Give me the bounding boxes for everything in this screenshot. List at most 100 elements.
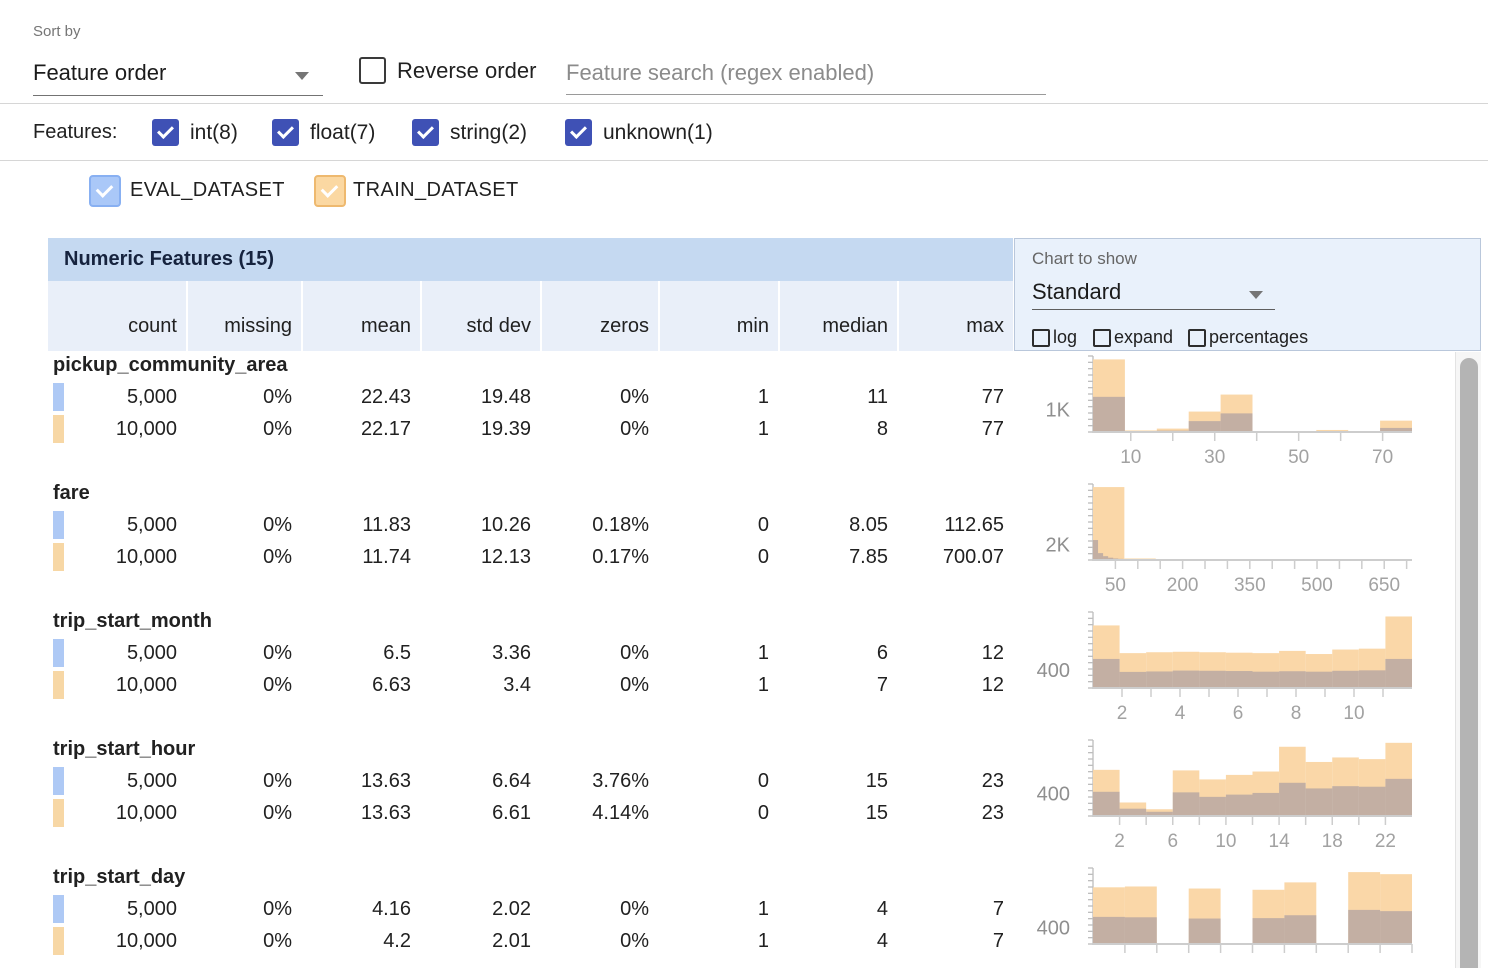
reverse-order-checkbox[interactable] xyxy=(359,57,386,84)
sort-by-value: Feature order xyxy=(33,60,166,86)
stat-value-missing: 0% xyxy=(186,669,301,701)
histogram-bar xyxy=(1189,919,1221,944)
histogram-bar xyxy=(1093,792,1120,816)
histogram-bar xyxy=(1146,671,1173,688)
column-header-zeros: zeros xyxy=(540,281,658,351)
stat-value-count: 10,000 xyxy=(48,925,186,957)
stats-row-eval_dataset: 5,0000%4.162.020%147 xyxy=(48,893,1013,925)
y-axis-label: 400 xyxy=(1037,918,1070,940)
stat-value-min: 0 xyxy=(658,765,778,797)
y-axis-comb xyxy=(1088,868,1093,944)
stats-row-eval_dataset: 5,0000%11.8310.260.18%08.05112.65 xyxy=(48,509,1013,541)
histogram-bar xyxy=(1359,787,1386,816)
stat-value-max: 112.65 xyxy=(897,509,1013,541)
dataset-label: EVAL_DATASET xyxy=(130,179,285,202)
sort-by-dropdown[interactable]: Feature order xyxy=(33,52,323,96)
x-tick-label: 10 xyxy=(1120,447,1141,468)
stat-value-missing: 0% xyxy=(186,541,301,573)
chart-to-show-dropdown[interactable]: Standard xyxy=(1032,273,1275,310)
stat-value-min: 1 xyxy=(658,381,778,413)
stat-value-std-dev: 2.02 xyxy=(420,893,540,925)
x-tick-label: 14 xyxy=(1269,831,1291,852)
histogram-bar xyxy=(1226,671,1253,688)
stat-value-missing: 0% xyxy=(186,381,301,413)
expand-checkbox[interactable] xyxy=(1093,329,1111,347)
stat-value-count: 5,000 xyxy=(48,637,186,669)
dataset-color-chip xyxy=(53,767,64,795)
feature-name: trip_start_hour xyxy=(53,738,195,761)
histogram-bar xyxy=(1199,671,1226,688)
stat-value-count: 10,000 xyxy=(48,413,186,445)
stat-value-count: 5,000 xyxy=(48,381,186,413)
x-axis: 2610141822 xyxy=(1092,816,1412,852)
feature-type-checkbox-int[interactable] xyxy=(152,119,179,146)
column-header-count: count xyxy=(48,281,186,351)
stat-value-std-dev: 6.61 xyxy=(420,797,540,829)
divider xyxy=(0,160,1488,161)
percentages-checkbox[interactable] xyxy=(1188,329,1206,347)
stat-value-median: 11 xyxy=(778,381,897,413)
log-checkbox[interactable] xyxy=(1032,329,1050,347)
feature-type-checkbox-unknown[interactable] xyxy=(565,119,592,146)
x-axis: 246810 xyxy=(1092,688,1412,724)
stat-value-median: 7 xyxy=(778,669,897,701)
stat-value-zeros: 3.76% xyxy=(540,765,658,797)
stat-value-median: 4 xyxy=(778,925,897,957)
stat-value-count: 10,000 xyxy=(48,669,186,701)
dataset-checkbox-train_dataset[interactable] xyxy=(314,175,346,207)
feature-type-label: string(2) xyxy=(450,121,527,145)
x-axis xyxy=(1092,944,1412,953)
stat-value-count: 5,000 xyxy=(48,765,186,797)
histogram-bar xyxy=(1120,809,1147,816)
stat-value-mean: 22.17 xyxy=(301,413,420,445)
stat-value-min: 0 xyxy=(658,541,778,573)
histogram-bar xyxy=(1189,421,1221,432)
feature-name: trip_start_day xyxy=(53,866,185,889)
stat-value-min: 1 xyxy=(658,925,778,957)
feature-type-checkbox-string[interactable] xyxy=(412,119,439,146)
stat-value-missing: 0% xyxy=(186,893,301,925)
stat-value-max: 23 xyxy=(897,765,1013,797)
scrollbar-thumb[interactable] xyxy=(1460,358,1478,968)
x-tick-label: 18 xyxy=(1322,831,1343,852)
histogram-bar xyxy=(1221,413,1253,432)
histogram-bar xyxy=(1173,671,1200,688)
x-tick-label: 6 xyxy=(1167,831,1178,852)
stat-value-max: 7 xyxy=(897,893,1013,925)
facets-overview-app: Sort by Feature order Reverse order Feat… xyxy=(0,0,1488,968)
histogram-bar xyxy=(1348,910,1380,944)
stats-column-headers: countmissingmeanstd devzerosminmedianmax xyxy=(48,281,1013,351)
stat-value-max: 700.07 xyxy=(897,541,1013,573)
percentages-label: percentages xyxy=(1209,327,1308,348)
stat-value-mean: 4.16 xyxy=(301,893,420,925)
y-axis-comb xyxy=(1088,484,1093,560)
feature-type-checkbox-float[interactable] xyxy=(272,119,299,146)
stat-value-zeros: 0% xyxy=(540,669,658,701)
stat-value-zeros: 0% xyxy=(540,893,658,925)
histogram-bar xyxy=(1284,915,1316,944)
stat-value-mean: 11.83 xyxy=(301,509,420,541)
stat-value-std-dev: 19.48 xyxy=(420,381,540,413)
y-axis-label: 1K xyxy=(1046,399,1071,421)
scrollbar-track[interactable] xyxy=(1455,352,1481,968)
stat-value-zeros: 0.18% xyxy=(540,509,658,541)
stat-value-mean: 13.63 xyxy=(301,797,420,829)
stat-value-std-dev: 19.39 xyxy=(420,413,540,445)
dataset-checkbox-eval_dataset[interactable] xyxy=(89,175,121,207)
stat-value-min: 0 xyxy=(658,797,778,829)
feature-search-input[interactable] xyxy=(566,52,1046,95)
dataset-color-chip xyxy=(53,511,64,539)
feature-type-label: float(7) xyxy=(310,121,375,145)
column-header-max: max xyxy=(897,281,1013,351)
dataset-color-chip xyxy=(53,639,64,667)
stat-value-count: 10,000 xyxy=(48,797,186,829)
column-header-median: median xyxy=(778,281,897,351)
stat-value-count: 5,000 xyxy=(48,893,186,925)
x-tick-label: 500 xyxy=(1301,575,1333,596)
stat-value-zeros: 0% xyxy=(540,381,658,413)
numeric-features-title: Numeric Features (15) xyxy=(64,248,274,270)
feature-name: fare xyxy=(53,482,90,505)
y-axis-comb xyxy=(1088,612,1093,688)
stats-row-eval_dataset: 5,0000%13.636.643.76%01523 xyxy=(48,765,1013,797)
chart-option-percentages: percentages xyxy=(1188,327,1308,348)
